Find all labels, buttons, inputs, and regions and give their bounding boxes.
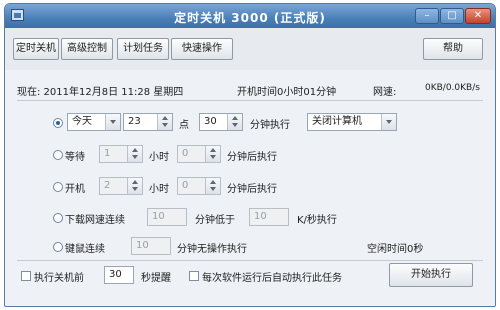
pre-shutdown-label: 执行关机前 [34,273,84,284]
boot-label: 开机 [65,184,85,195]
wait-minute-label: 分钟后执行 [227,152,277,163]
boot-minute-field[interactable]: 0 [177,177,221,195]
download-minutes-unit: 分钟低于 [195,215,235,226]
download-speed-label: 下载网速连续 [65,215,125,226]
idle-time-text: 空闲时间0秒 [367,244,424,255]
download-minutes-field[interactable]: 10 [147,208,187,226]
seconds-remind-label: 秒提醒 [141,273,171,284]
action-select[interactable]: 关闭计算机 [307,113,397,131]
close-icon[interactable]: ✕ [465,8,491,24]
radio-boot[interactable] [53,182,63,192]
day-select[interactable]: 今天 [67,113,121,131]
divider [17,260,483,261]
spinner-icon [205,178,220,194]
spinner-icon [205,146,220,162]
spinner-icon [127,146,142,162]
minute-value: 30 [204,116,217,127]
spinner-icon [127,178,142,194]
hour-value: 23 [128,116,141,127]
hour-spinner[interactable]: 23 [123,113,173,131]
minute-exec-label: 分钟执行 [250,120,290,131]
idle-label: 键鼠连续 [65,244,105,255]
auto-run-label: 每次软件运行后自动执行此任务 [202,273,342,284]
wait-hour-unit: 小时 [149,152,169,163]
chevron-down-icon [381,114,396,130]
uptime-text: 开机时间0小时01分钟 [237,87,337,98]
boot-hour-field[interactable]: 2 [99,177,143,195]
download-speed-value: 10 [254,211,267,222]
idle-minutes-value: 10 [136,240,149,251]
maximize-icon[interactable]: □ [440,8,464,24]
radio-wait[interactable] [53,150,63,160]
boot-minute-value: 0 [182,180,189,191]
help-button[interactable]: 帮助 [423,38,483,60]
day-select-value: 今天 [72,116,92,127]
idle-minutes-field[interactable]: 10 [131,237,171,255]
minimize-icon[interactable]: – [415,8,439,24]
tab-quick-actions[interactable]: 快速操作 [171,38,233,60]
tab-scheduled-tasks[interactable]: 计划任务 [117,38,169,60]
boot-hour-value: 2 [104,180,111,191]
chevron-down-icon [105,114,120,130]
wait-minute-value: 0 [182,148,189,159]
radio-download-speed[interactable] [53,213,63,223]
action-select-value: 关闭计算机 [312,116,362,127]
pre-shutdown-checkbox[interactable] [21,271,31,281]
idle-minutes-unit: 分钟无操作执行 [177,244,247,255]
spinner-icon [227,114,242,130]
divider [17,100,483,101]
app-window: 定时关机 3000 (正式版) – □ ✕ 定时关机 高级控制 计划任务 快速操… [4,3,496,307]
download-speed-unit: K/秒执行 [297,215,337,226]
wait-hour-value: 1 [104,148,111,159]
tab-scheduled-shutdown[interactable]: 定时关机 [13,38,59,60]
radio-specific-time[interactable] [53,118,63,128]
wait-hour-field[interactable]: 1 [99,145,143,163]
boot-minute-label: 分钟后执行 [227,184,277,195]
minute-spinner[interactable]: 30 [199,113,243,131]
auto-run-checkbox[interactable] [189,271,199,281]
wait-minute-field[interactable]: 0 [177,145,221,163]
tab-advanced-control[interactable]: 高级控制 [61,38,113,60]
title-bar[interactable]: 定时关机 3000 (正式版) – □ ✕ [5,4,495,28]
network-label: 网速: [373,87,397,98]
toolbar: 定时关机 高级控制 计划任务 快速操作 帮助 [5,28,495,70]
start-button[interactable]: 开始执行 [389,263,473,287]
wait-label: 等待 [65,152,85,163]
current-time-text: 现在: 2011年12月8日 11:28 星期四 [17,87,184,98]
download-speed-field[interactable]: 10 [249,208,289,226]
point-label: 点 [179,120,189,131]
boot-hour-unit: 小时 [149,184,169,195]
download-minutes-value: 10 [152,211,165,222]
radio-idle[interactable] [53,242,63,252]
network-speed: 0KB/0.0KB/s [425,83,480,93]
spinner-icon [157,114,172,130]
remind-seconds-value: 30 [109,269,122,280]
remind-seconds-field[interactable]: 30 [104,266,134,284]
